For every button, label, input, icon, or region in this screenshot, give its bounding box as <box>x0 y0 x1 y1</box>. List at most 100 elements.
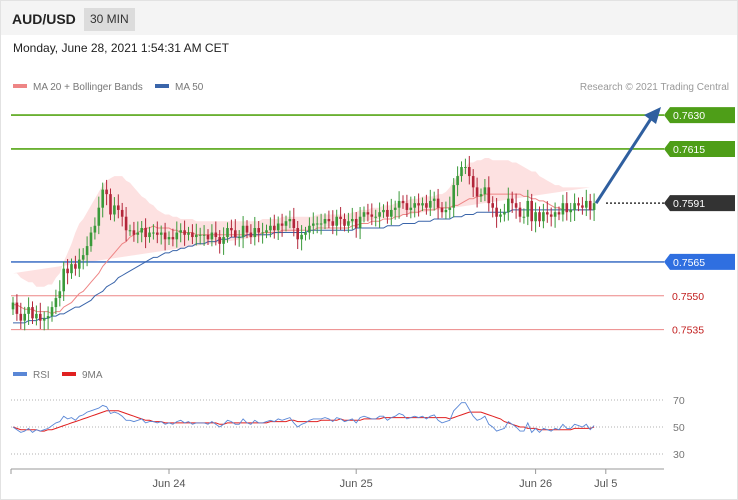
candle-body <box>109 194 112 215</box>
candle <box>62 261 65 301</box>
x-tick-label: Jun 25 <box>340 478 373 490</box>
candle-body <box>343 218 346 226</box>
candle-body <box>226 228 229 238</box>
candle <box>573 193 576 222</box>
candle-body <box>191 232 194 238</box>
level-label-0.7550: 0.7550 <box>672 291 704 303</box>
candle-body <box>514 203 518 208</box>
candle-body <box>483 187 487 195</box>
candle-body <box>538 212 541 222</box>
candle-body <box>261 232 264 234</box>
candle-body <box>159 232 163 235</box>
candle-body <box>499 214 502 217</box>
candle <box>530 193 533 231</box>
candle-body <box>265 230 268 233</box>
candle <box>273 214 276 239</box>
candle-body <box>167 237 171 240</box>
candle-body <box>300 234 303 240</box>
candle-body <box>530 200 533 222</box>
rsi-lines <box>12 402 595 434</box>
candle-body <box>93 225 97 233</box>
candle-body <box>198 234 202 236</box>
candle-body <box>183 230 186 235</box>
candle-body <box>42 318 46 321</box>
candle-body <box>569 209 572 213</box>
candle-body <box>390 209 393 217</box>
candle-body <box>464 167 467 169</box>
level-label-0.7630: 0.7630 <box>664 107 735 124</box>
candle-body <box>253 228 257 238</box>
candle <box>378 202 381 228</box>
candle-body <box>339 216 342 219</box>
candle-body <box>417 203 420 206</box>
candle <box>15 294 19 321</box>
candle-body <box>436 198 440 208</box>
candle-body <box>366 212 370 215</box>
candle <box>46 306 50 330</box>
candle-body <box>405 203 409 210</box>
candle-body <box>362 212 366 217</box>
candle-body <box>202 234 206 236</box>
level-value: 0.7591 <box>673 198 705 210</box>
candle <box>50 301 54 322</box>
candle-body <box>378 212 381 217</box>
candle-body <box>89 232 93 247</box>
rsi-ma-legend-label: 9MA <box>82 370 103 381</box>
candle <box>499 208 502 223</box>
candle-body <box>179 230 182 233</box>
candle <box>241 216 245 249</box>
candle-body <box>105 189 108 195</box>
candle-body <box>140 228 143 233</box>
candle <box>436 188 440 219</box>
candle <box>386 201 389 224</box>
candle-body <box>117 205 120 210</box>
rsi-ma-legend-swatch <box>62 372 76 376</box>
candle-body <box>354 218 358 229</box>
ma20-legend-swatch <box>13 84 27 88</box>
level-label-0.7615: 0.7615 <box>664 140 735 157</box>
candle <box>339 207 342 231</box>
forecast-arrow-head <box>644 107 661 124</box>
candle-body <box>386 209 389 217</box>
level-value: 0.7565 <box>673 257 705 269</box>
candle <box>585 189 588 217</box>
candle-body <box>249 232 253 238</box>
candle-body <box>81 255 85 260</box>
candle-body <box>288 218 292 222</box>
candle-body <box>432 198 436 201</box>
rsi-tick-label: 70 <box>673 395 685 407</box>
candle <box>429 189 432 217</box>
candle-body <box>156 232 159 235</box>
candle-body <box>120 209 124 217</box>
candle-body <box>175 232 179 240</box>
candle-body <box>273 225 276 231</box>
candle-body <box>351 218 354 222</box>
candle-body <box>526 200 530 217</box>
candle-body <box>460 167 463 177</box>
candle-body <box>534 212 537 222</box>
candle-body <box>19 313 23 321</box>
candle-body <box>39 313 42 321</box>
candle-body <box>280 223 284 226</box>
candle-body <box>171 237 175 240</box>
candle <box>592 193 596 222</box>
candle-body <box>358 216 362 229</box>
candle <box>534 202 537 233</box>
candle-body <box>452 185 455 208</box>
candle-body <box>573 203 576 210</box>
candle-body <box>409 207 413 210</box>
candle-body <box>468 167 471 177</box>
candle-body <box>557 212 561 215</box>
candle-body <box>312 223 315 226</box>
candle-body <box>144 228 147 238</box>
candle-body <box>62 268 65 292</box>
candle-body <box>78 259 81 269</box>
candle-body <box>296 228 299 240</box>
candle-body <box>549 214 553 217</box>
ma50-legend-label: MA 50 <box>175 82 204 93</box>
candle-body <box>136 232 140 235</box>
candle <box>588 193 592 220</box>
candle-body <box>444 209 448 213</box>
candle-body <box>393 207 397 210</box>
candle-body <box>374 216 377 218</box>
